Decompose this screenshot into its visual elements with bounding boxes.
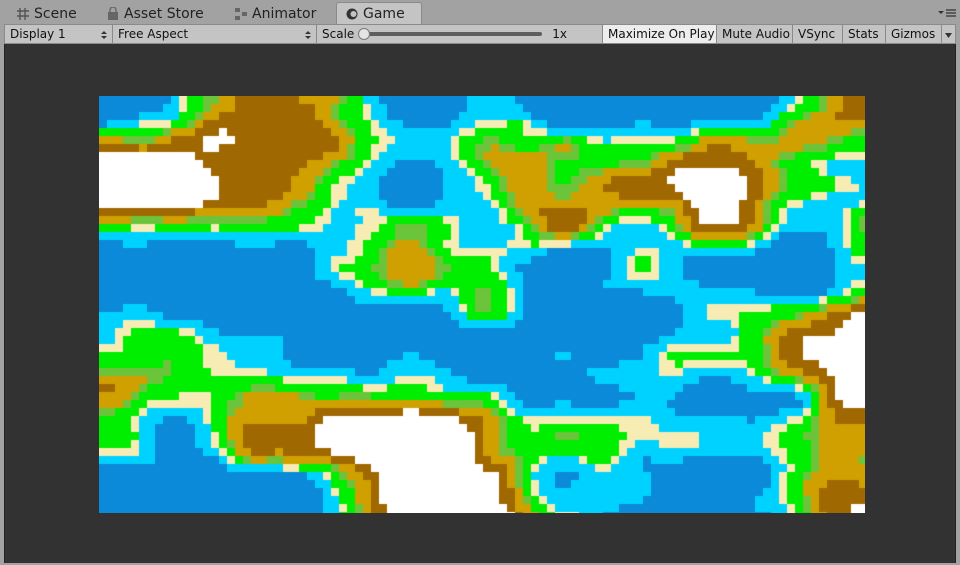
tab-asset-store[interactable]: Asset Store — [98, 3, 214, 24]
scale-slider-thumb[interactable] — [358, 28, 371, 40]
procedural-terrain-render — [99, 96, 865, 513]
game-view-toolbar: Display 1 Free Aspect Scale 1x Maximize … — [4, 24, 956, 44]
scale-slider[interactable] — [358, 28, 543, 40]
display-dropdown-label: Display 1 — [10, 27, 66, 41]
tab-game[interactable]: Game — [336, 2, 422, 24]
tab-game-label: Game — [363, 5, 405, 22]
tab-asset-store-label: Asset Store — [124, 5, 204, 22]
scale-value: 1x — [552, 27, 568, 41]
mute-audio-label: Mute Audio — [722, 27, 790, 41]
mute-audio-toggle[interactable]: Mute Audio — [717, 25, 793, 43]
stats-label: Stats — [848, 27, 879, 41]
updown-arrows-icon — [305, 29, 311, 39]
gizmos-toggle[interactable]: Gizmos — [886, 25, 942, 43]
scene-grid-icon — [16, 7, 30, 21]
dropdown-arrow-icon — [945, 27, 952, 41]
game-viewport[interactable] — [4, 44, 956, 563]
tab-animator[interactable]: Animator — [226, 3, 326, 24]
stats-toggle[interactable]: Stats — [843, 25, 886, 43]
panel-menu-icon[interactable] — [938, 7, 956, 17]
vsync-label: VSync — [798, 27, 836, 41]
animator-icon — [234, 7, 248, 21]
aspect-dropdown-label: Free Aspect — [118, 27, 189, 41]
tab-scene[interactable]: Scene — [8, 3, 87, 24]
aspect-dropdown[interactable]: Free Aspect — [113, 25, 317, 43]
scale-control: Scale 1x — [317, 25, 603, 43]
updown-arrows-icon — [101, 29, 107, 39]
gizmos-label: Gizmos — [891, 27, 936, 41]
gizmos-dropdown[interactable] — [942, 25, 955, 43]
tab-scene-label: Scene — [34, 5, 77, 22]
maximize-on-play-label: Maximize On Play — [608, 27, 715, 41]
asset-store-icon — [106, 5, 120, 21]
maximize-on-play-toggle[interactable]: Maximize On Play — [603, 25, 717, 43]
game-icon — [345, 7, 359, 21]
scale-label: Scale — [322, 27, 355, 41]
vsync-toggle[interactable]: VSync — [793, 25, 843, 43]
editor-tab-bar: Scene Asset Store Animator Game — [0, 0, 960, 24]
tab-animator-label: Animator — [252, 5, 317, 22]
display-dropdown[interactable]: Display 1 — [5, 25, 113, 43]
